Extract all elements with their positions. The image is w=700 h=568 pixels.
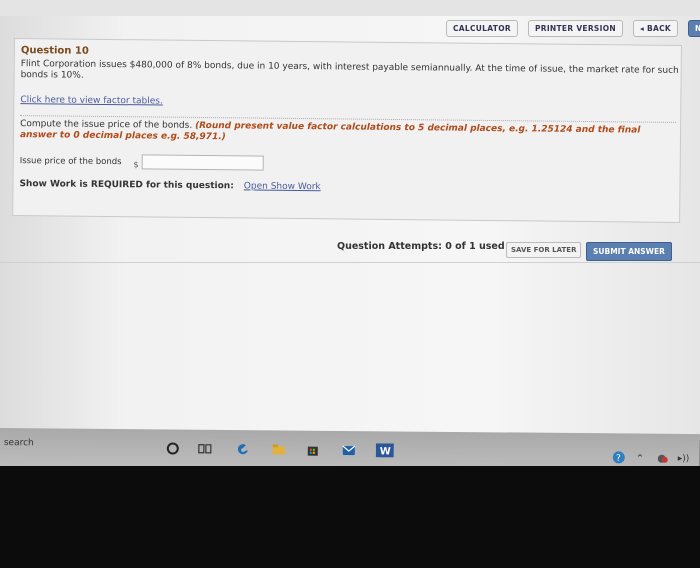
issue-price-row: Issue price of the bonds $ xyxy=(20,153,264,171)
svg-text:?: ? xyxy=(616,454,621,464)
question-attempts: Question Attempts: 0 of 1 used xyxy=(337,241,505,252)
question-title: Question 10 xyxy=(20,45,89,57)
store-icon[interactable] xyxy=(306,443,320,457)
divider xyxy=(0,262,700,263)
question-text: Flint Corporation issues $480,000 of 8% … xyxy=(20,59,679,81)
instruction-text: Compute the issue price of the bonds. (R… xyxy=(19,115,677,147)
printer-version-button[interactable]: PRINTER VERSION xyxy=(527,20,623,37)
browser-page: CALCULATOR PRINTER VERSION ◂ BACK NEXT ▸… xyxy=(0,0,700,440)
cloud-icon[interactable] xyxy=(656,453,670,465)
chevron-up-icon[interactable]: ⌃ xyxy=(636,454,644,465)
speaker-icon[interactable]: ▸)) xyxy=(678,454,690,464)
open-show-work-link[interactable]: Open Show Work xyxy=(244,181,321,192)
edge-icon[interactable] xyxy=(236,442,250,456)
issue-price-input[interactable] xyxy=(141,154,264,171)
next-button[interactable]: NEXT ▸ xyxy=(687,20,700,37)
factor-tables-link[interactable]: Click here to view factor tables. xyxy=(20,95,163,106)
submit-answer-button[interactable]: SUBMIT ANSWER xyxy=(586,242,672,261)
mail-icon[interactable] xyxy=(342,443,356,457)
show-work-row: Show Work is REQUIRED for this question:… xyxy=(19,179,320,192)
task-view-icon[interactable] xyxy=(198,442,212,456)
question-panel: Question 10 Flint Corporation issues $48… xyxy=(12,38,682,223)
taskbar-search[interactable]: search xyxy=(4,438,34,448)
cortana-icon[interactable] xyxy=(166,441,180,455)
calculator-button[interactable]: CALCULATOR xyxy=(446,20,518,37)
question-toolbar: CALCULATOR PRINTER VERSION ◂ BACK NEXT ▸ xyxy=(446,20,700,37)
save-for-later-button[interactable]: SAVE FOR LATER xyxy=(506,242,582,258)
svg-text:W: W xyxy=(380,446,391,457)
top-strip xyxy=(0,0,700,16)
issue-price-label: Issue price of the bonds xyxy=(19,155,122,167)
show-work-label: Show Work is REQUIRED for this question: xyxy=(19,179,234,192)
word-icon[interactable]: W xyxy=(375,443,394,458)
currency-symbol: $ xyxy=(133,160,139,170)
help-icon[interactable]: ? xyxy=(612,450,626,464)
monitor-bezel xyxy=(0,466,700,568)
file-explorer-icon[interactable] xyxy=(272,442,286,456)
back-button[interactable]: ◂ BACK xyxy=(632,20,678,37)
